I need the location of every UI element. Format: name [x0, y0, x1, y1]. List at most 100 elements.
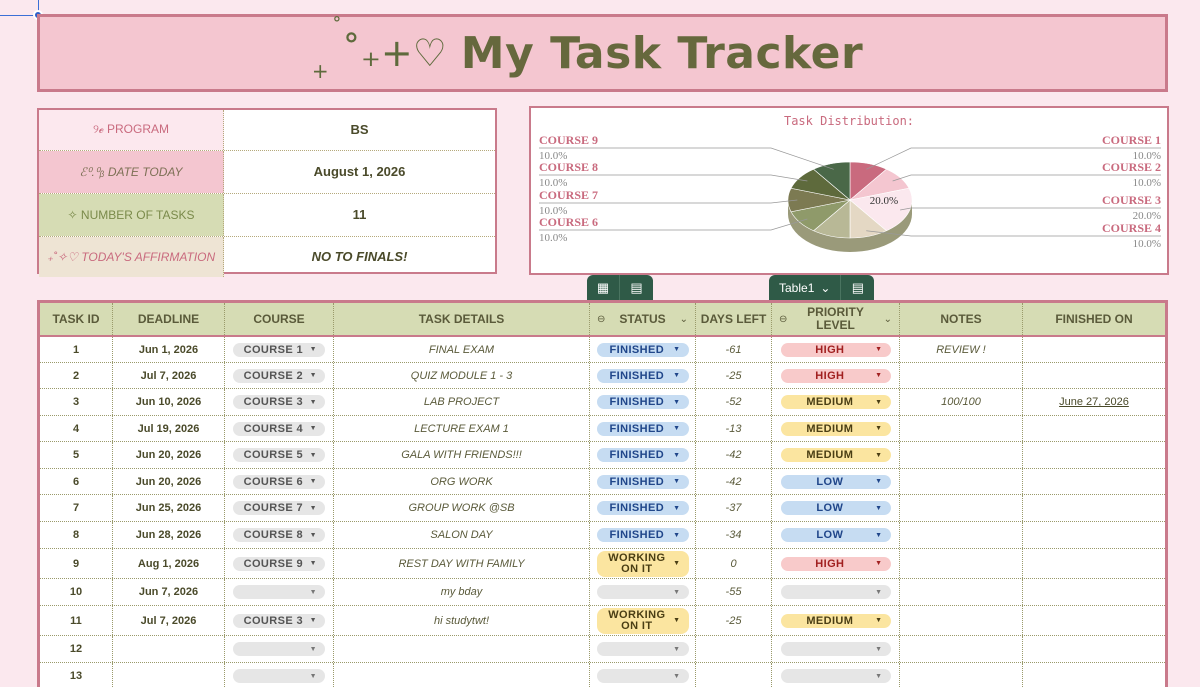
program-value[interactable]: BS [224, 110, 495, 150]
cell-notes[interactable] [900, 469, 1023, 494]
cell-deadline[interactable]: Jun 10, 2026 [113, 389, 225, 415]
cell-finished-on[interactable] [1023, 579, 1165, 605]
cell-task-id[interactable]: 10 [40, 579, 113, 605]
course-dropdown[interactable]: ▼ [233, 585, 325, 599]
cell-task-details[interactable]: GROUP WORK @SB [334, 495, 590, 521]
cell-finished-on[interactable]: June 27, 2026 [1023, 389, 1165, 415]
cell-status[interactable]: FINISHED ▼ [590, 495, 696, 521]
cell-task-details[interactable]: LECTURE EXAM 1 [334, 416, 590, 441]
cell-deadline[interactable]: Jul 19, 2026 [113, 416, 225, 441]
cell-status[interactable]: FINISHED ▼ [590, 389, 696, 415]
course-dropdown[interactable]: COURSE 4 ▼ [233, 421, 325, 436]
header-status[interactable]: ⊖ STATUS ⌄ [590, 303, 696, 335]
course-dropdown[interactable]: COURSE 5 ▼ [233, 448, 325, 462]
course-dropdown[interactable]: COURSE 1 ▼ [233, 342, 325, 357]
cell-status[interactable]: FINISHED ▼ [590, 363, 696, 388]
cell-task-details[interactable]: LAB PROJECT [334, 389, 590, 415]
course-dropdown[interactable]: COURSE 8 ▼ [233, 528, 325, 542]
cell-finished-on[interactable] [1023, 636, 1165, 662]
cell-priority[interactable]: MEDIUM ▼ [772, 416, 900, 441]
priority-dropdown[interactable]: MEDIUM ▼ [780, 421, 891, 436]
course-dropdown[interactable]: COURSE 9 ▼ [233, 556, 325, 571]
calculator-icon[interactable]: ▤ [841, 275, 874, 301]
status-dropdown[interactable]: ▼ [596, 585, 689, 599]
course-dropdown[interactable]: ▼ [233, 642, 325, 656]
course-dropdown[interactable]: COURSE 3 ▼ [233, 395, 325, 409]
cell-deadline[interactable]: Jun 28, 2026 [113, 522, 225, 548]
status-dropdown[interactable]: FINISHED ▼ [596, 501, 689, 515]
cell-status[interactable]: FINISHED ▼ [590, 469, 696, 494]
cell-priority[interactable]: ▼ [772, 663, 900, 687]
cell-task-id[interactable]: 6 [40, 469, 113, 494]
cell-finished-on[interactable] [1023, 442, 1165, 468]
status-dropdown[interactable]: FINISHED ▼ [596, 448, 689, 462]
status-dropdown[interactable]: WORKING ON IT ▼ [596, 607, 689, 634]
cell-finished-on[interactable] [1023, 606, 1165, 635]
cell-notes[interactable] [900, 442, 1023, 468]
cell-course[interactable]: COURSE 5 ▼ [225, 442, 334, 468]
table-view-icon[interactable]: ▦ [587, 275, 620, 301]
cell-deadline[interactable]: Aug 1, 2026 [113, 549, 225, 578]
header-notes[interactable]: NOTES [900, 303, 1023, 335]
cell-task-id[interactable]: 11 [40, 606, 113, 635]
cell-priority[interactable]: HIGH ▼ [772, 549, 900, 578]
cell-priority[interactable]: LOW ▼ [772, 495, 900, 521]
cell-deadline[interactable]: Jun 7, 2026 [113, 579, 225, 605]
cell-task-details[interactable]: ORG WORK [334, 469, 590, 494]
table-name-dropdown[interactable]: Table1 ⌄ [769, 275, 842, 301]
cell-task-id[interactable]: 8 [40, 522, 113, 548]
cell-notes[interactable] [900, 549, 1023, 578]
cell-status[interactable]: ▼ [590, 663, 696, 687]
cell-notes[interactable] [900, 363, 1023, 388]
cell-task-id[interactable]: 1 [40, 337, 113, 362]
cell-task-details[interactable] [334, 663, 590, 687]
cell-finished-on[interactable] [1023, 416, 1165, 441]
priority-dropdown[interactable]: ▼ [780, 669, 891, 683]
cell-notes[interactable] [900, 636, 1023, 662]
header-course[interactable]: COURSE [225, 303, 334, 335]
priority-dropdown[interactable]: LOW ▼ [780, 501, 891, 515]
cell-task-details[interactable]: QUIZ MODULE 1 - 3 [334, 363, 590, 388]
course-dropdown[interactable]: ▼ [233, 669, 325, 683]
priority-dropdown[interactable]: HIGH ▼ [780, 342, 891, 357]
cell-course[interactable]: COURSE 4 ▼ [225, 416, 334, 441]
cell-task-id[interactable]: 13 [40, 663, 113, 687]
cell-deadline[interactable]: Jun 20, 2026 [113, 469, 225, 494]
cell-task-details[interactable]: FINAL EXAM [334, 337, 590, 362]
priority-dropdown[interactable]: MEDIUM ▼ [780, 613, 891, 628]
cell-course[interactable]: ▼ [225, 663, 334, 687]
course-dropdown[interactable]: COURSE 6 ▼ [233, 474, 325, 489]
status-dropdown[interactable]: FINISHED ▼ [596, 528, 689, 542]
cell-finished-on[interactable] [1023, 522, 1165, 548]
priority-dropdown[interactable]: ▼ [780, 585, 891, 599]
affirmation-value[interactable]: NO TO FINALS! [224, 237, 495, 278]
header-task-details[interactable]: TASK DETAILS [334, 303, 590, 335]
cell-finished-on[interactable] [1023, 495, 1165, 521]
header-finished-on[interactable]: FINISHED ON [1023, 303, 1165, 335]
priority-dropdown[interactable]: MEDIUM ▼ [780, 448, 891, 462]
cell-status[interactable]: FINISHED ▼ [590, 522, 696, 548]
cell-deadline[interactable]: Jun 1, 2026 [113, 337, 225, 362]
header-days-left[interactable]: DAYS LEFT [696, 303, 772, 335]
priority-dropdown[interactable]: LOW ▼ [780, 528, 891, 542]
course-dropdown[interactable]: COURSE 3 ▼ [233, 613, 325, 628]
status-dropdown[interactable]: FINISHED ▼ [596, 395, 689, 409]
cell-status[interactable]: ▼ [590, 579, 696, 605]
cell-finished-on[interactable] [1023, 363, 1165, 388]
cell-priority[interactable]: ▼ [772, 579, 900, 605]
cell-task-id[interactable]: 3 [40, 389, 113, 415]
cell-notes[interactable]: 100/100 [900, 389, 1023, 415]
course-dropdown[interactable]: COURSE 2 ▼ [233, 368, 325, 383]
cell-notes[interactable] [900, 522, 1023, 548]
cell-finished-on[interactable] [1023, 549, 1165, 578]
cell-course[interactable]: COURSE 8 ▼ [225, 522, 334, 548]
cell-task-details[interactable] [334, 636, 590, 662]
header-priority[interactable]: ⊖ PRIORITY LEVEL ⌄ [772, 303, 900, 335]
cell-course[interactable]: COURSE 6 ▼ [225, 469, 334, 494]
cell-status[interactable]: ▼ [590, 636, 696, 662]
cell-status[interactable]: FINISHED ▼ [590, 442, 696, 468]
cell-task-details[interactable]: SALON DAY [334, 522, 590, 548]
cell-priority[interactable]: MEDIUM ▼ [772, 442, 900, 468]
cell-priority[interactable]: LOW ▼ [772, 522, 900, 548]
cell-priority[interactable]: MEDIUM ▼ [772, 389, 900, 415]
